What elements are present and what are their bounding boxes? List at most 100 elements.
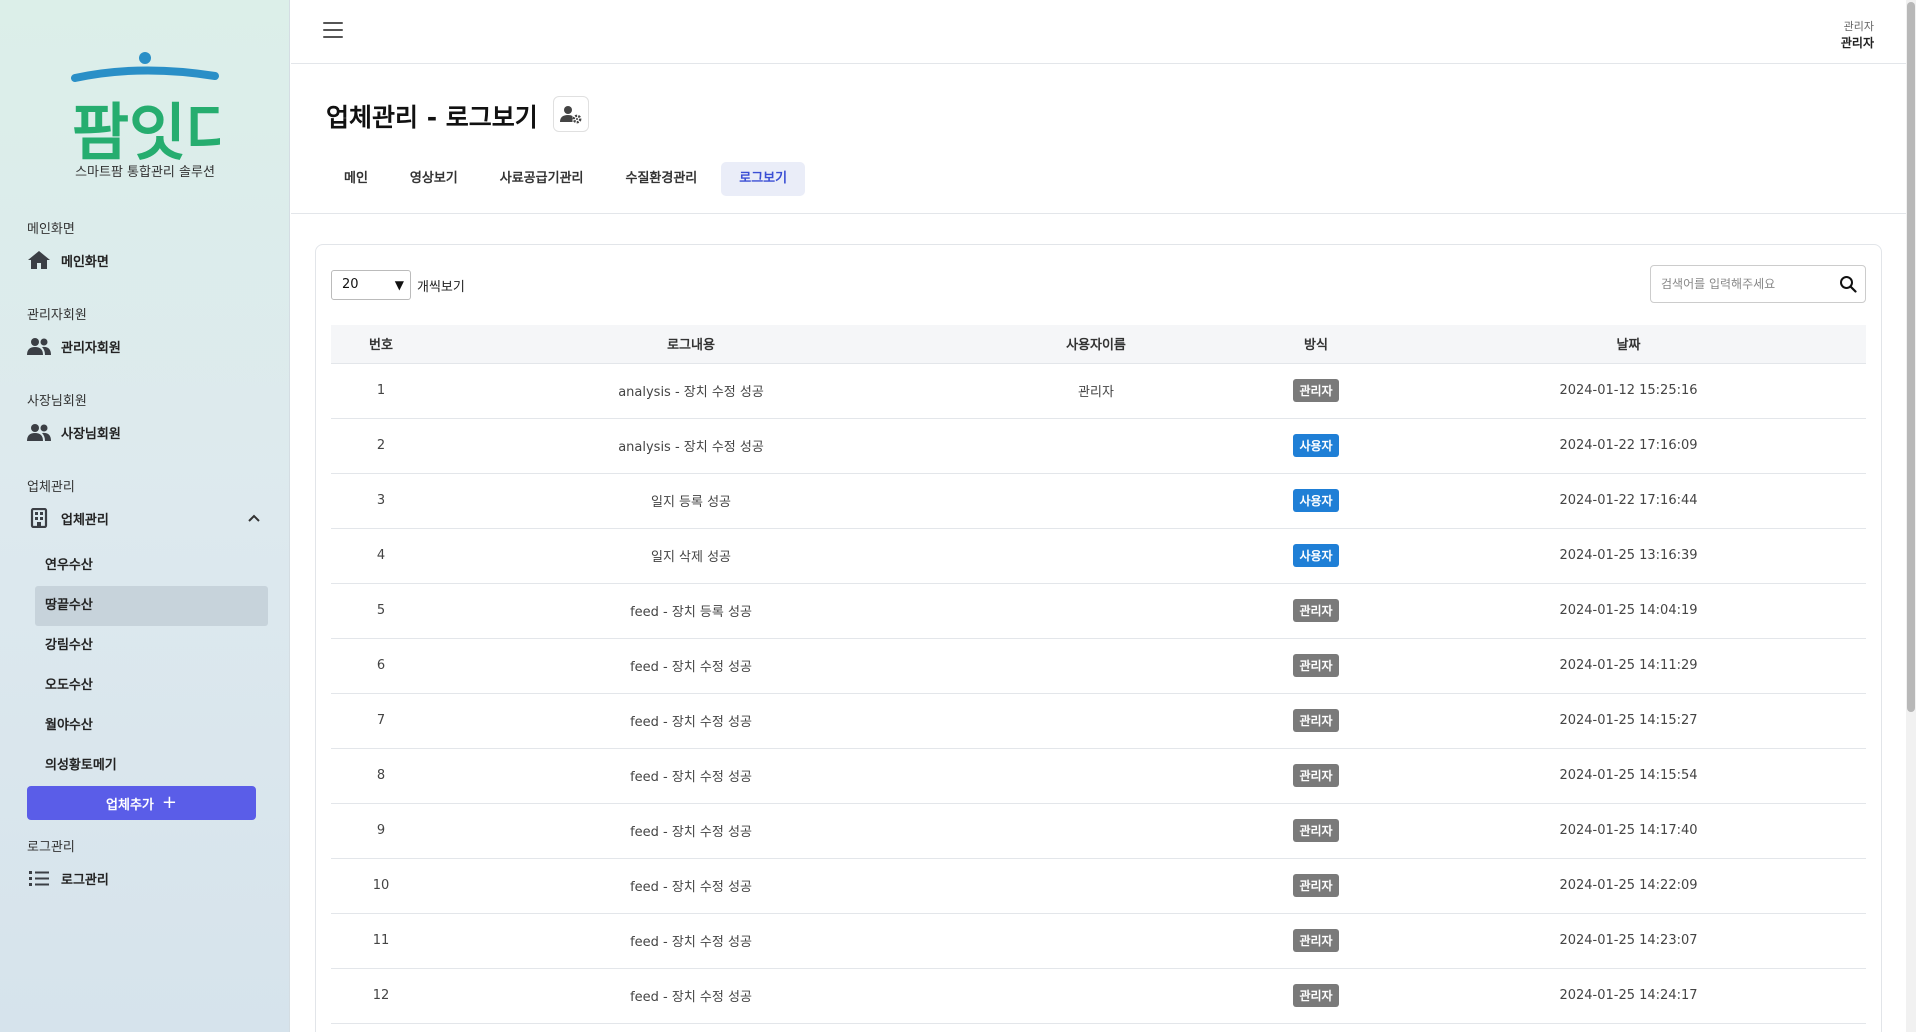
method-badge: 관리자 [1293, 929, 1339, 952]
users-icon [27, 338, 51, 355]
cell-username [951, 803, 1241, 859]
table-header-row: 번호 로그내용 사용자이름 방식 날짜 [331, 325, 1866, 364]
plus-icon: + [161, 792, 177, 813]
caret-down-icon: ▼ [394, 278, 404, 292]
company-item-active[interactable]: 땅끝수산 [35, 586, 268, 626]
list-icon [29, 871, 49, 886]
table-row[interactable]: 1 analysis - 장치 수정 성공 관리자 관리자 2024-01-12 15:… [331, 363, 1866, 419]
sidebar-item-log[interactable]: 로그관리 [27, 868, 109, 888]
sidebar-item-company[interactable]: 업체관리 [27, 508, 109, 528]
section-title-owner: 사장님회원 [27, 394, 87, 409]
cell-method: 관리자 [1241, 638, 1391, 694]
cell-date: 2024-01-25 14:22:09 [1391, 858, 1866, 914]
cell-number: 4 [331, 528, 431, 584]
company-item[interactable]: 오도수산 [35, 666, 268, 706]
users-icon [27, 424, 51, 441]
building-icon [30, 508, 48, 528]
table-row[interactable]: 8 feed - 장치 수정 성공 관리자 2024-01-25 14:15:54 [331, 748, 1866, 804]
company-item[interactable]: 월야수산 [35, 706, 268, 746]
log-table: 번호 로그내용 사용자이름 방식 날짜 1 analysis - 장치 수정 성공… [331, 325, 1866, 1024]
sidebar-item-admin-members[interactable]: 관리자회원 [27, 336, 121, 356]
method-badge: 사용자 [1293, 489, 1339, 512]
method-badge: 사용자 [1293, 544, 1339, 567]
cell-username [951, 638, 1241, 694]
search-box [1650, 265, 1866, 303]
cell-content: feed - 장치 수정 성공 [431, 693, 951, 749]
table-row[interactable]: 5 feed - 장치 등록 성공 관리자 2024-01-25 14:04:19 [331, 583, 1866, 639]
page-scrollbar[interactable] [1906, 0, 1916, 1032]
menu-icon[interactable] [323, 22, 343, 40]
table-row[interactable]: 3 일지 등록 성공 사용자 2024-01-22 17:16:44 [331, 473, 1866, 529]
col-date[interactable]: 날짜 [1391, 325, 1866, 364]
cell-number: 7 [331, 693, 431, 749]
per-page-select[interactable]: 20 ▼ [331, 270, 411, 300]
table-row[interactable]: 12 feed - 장치 수정 성공 관리자 2024-01-25 14:24:17 [331, 968, 1866, 1024]
sidebar-item-owner-members[interactable]: 사장님회원 [27, 422, 121, 442]
search-input[interactable] [1661, 266, 1831, 302]
cell-method: 사용자 [1241, 473, 1391, 529]
log-card: 20 ▼ 개씩보기 번호 로그내용 사용자이름 방식 날짜 1analysis … [315, 244, 1882, 1032]
method-badge: 관리자 [1293, 819, 1339, 842]
tab-log-active[interactable]: 로그보기 [721, 162, 806, 196]
method-badge: 관리자 [1293, 764, 1339, 787]
cell-content: analysis - 장치 수정 성공 [431, 418, 951, 474]
add-company-button[interactable]: 업체추가 + [27, 786, 256, 820]
cell-method: 관리자 [1241, 748, 1391, 804]
cell-number: 10 [331, 858, 431, 914]
table-row[interactable]: 2 analysis - 장치 수정 성공 사용자 2024-01-22 17:16:… [331, 418, 1866, 474]
cell-content: feed - 장치 수정 성공 [431, 858, 951, 914]
table-row[interactable]: 10 feed - 장치 수정 성공 관리자 2024-01-25 14:22:09 [331, 858, 1866, 914]
cell-method: 관리자 [1241, 858, 1391, 914]
home-icon [28, 251, 50, 269]
cell-username [951, 418, 1241, 474]
cell-date: 2024-01-25 14:04:19 [1391, 583, 1866, 639]
cell-number: 9 [331, 803, 431, 859]
cell-date: 2024-01-25 14:15:54 [1391, 748, 1866, 804]
user-info[interactable]: 관리자 관리자 [1841, 18, 1874, 51]
tab-feeder[interactable]: 사료공급기관리 [482, 162, 602, 196]
col-content[interactable]: 로그내용 [431, 325, 951, 364]
brand-subtitle: 스마트팜 통합관리 솔루션 [75, 165, 215, 180]
section-title-log: 로그관리 [27, 840, 75, 855]
table-row[interactable]: 7 feed - 장치 수정 성공 관리자 2024-01-25 14:15:27 [331, 693, 1866, 749]
cell-method: 관리자 [1241, 583, 1391, 639]
cell-date: 2024-01-22 17:16:09 [1391, 418, 1866, 474]
col-number[interactable]: 번호 [331, 325, 431, 364]
cell-username [951, 748, 1241, 804]
scrollbar-thumb[interactable] [1907, 2, 1915, 712]
tab-water-quality[interactable]: 수질환경관리 [608, 162, 716, 196]
cell-content: 일지 삭제 성공 [431, 528, 951, 584]
cell-username [951, 693, 1241, 749]
company-item[interactable]: 의성황토메기 [35, 746, 268, 786]
table-row[interactable]: 9 feed - 장치 수정 성공 관리자 2024-01-25 14:17:40 [331, 803, 1866, 859]
cell-content: feed - 장치 수정 성공 [431, 638, 951, 694]
table-row[interactable]: 11 feed - 장치 수정 성공 관리자 2024-01-25 14:23:07 [331, 913, 1866, 969]
cell-method: 관리자 [1241, 363, 1391, 419]
cell-content: feed - 장치 수정 성공 [431, 748, 951, 804]
company-item[interactable]: 연우수산 [35, 546, 268, 586]
tab-main[interactable]: 메인 [326, 162, 386, 196]
sidebar-item-label: 관리자회원 [61, 340, 121, 356]
tabs: 메인 영상보기 사료공급기관리 수질환경관리 로그보기 [326, 162, 806, 196]
tab-video[interactable]: 영상보기 [392, 162, 476, 196]
user-settings-button[interactable] [553, 96, 589, 132]
cell-date: 2024-01-25 14:24:17 [1391, 968, 1866, 1024]
col-username[interactable]: 사용자이름 [951, 325, 1241, 364]
cell-number: 6 [331, 638, 431, 694]
method-badge: 관리자 [1293, 599, 1339, 622]
company-item[interactable]: 강림수산 [35, 626, 268, 666]
logo-text: 팜잇다 [72, 96, 220, 169]
cell-number: 11 [331, 913, 431, 969]
cell-content: feed - 장치 수정 성공 [431, 913, 951, 969]
sidebar-item-main[interactable]: 메인화면 [27, 250, 109, 270]
chevron-up-icon[interactable] [246, 510, 262, 526]
search-icon[interactable] [1839, 275, 1857, 293]
table-row[interactable]: 4 일지 삭제 성공 사용자 2024-01-25 13:16:39 [331, 528, 1866, 584]
table-row[interactable]: 6 feed - 장치 수정 성공 관리자 2024-01-25 14:11:29 [331, 638, 1866, 694]
brand-logo[interactable]: 팜잇다 [70, 46, 220, 176]
top-bar: 관리자 관리자 [291, 0, 1906, 64]
cell-content: analysis - 장치 수정 성공 [431, 363, 951, 419]
sidebar-item-label: 메인화면 [61, 254, 109, 270]
page-header: 업체관리 - 로그보기 메인 영상보기 사료공급기관리 수질환경관리 로그보기 [291, 64, 1906, 214]
col-method[interactable]: 방식 [1241, 325, 1391, 364]
